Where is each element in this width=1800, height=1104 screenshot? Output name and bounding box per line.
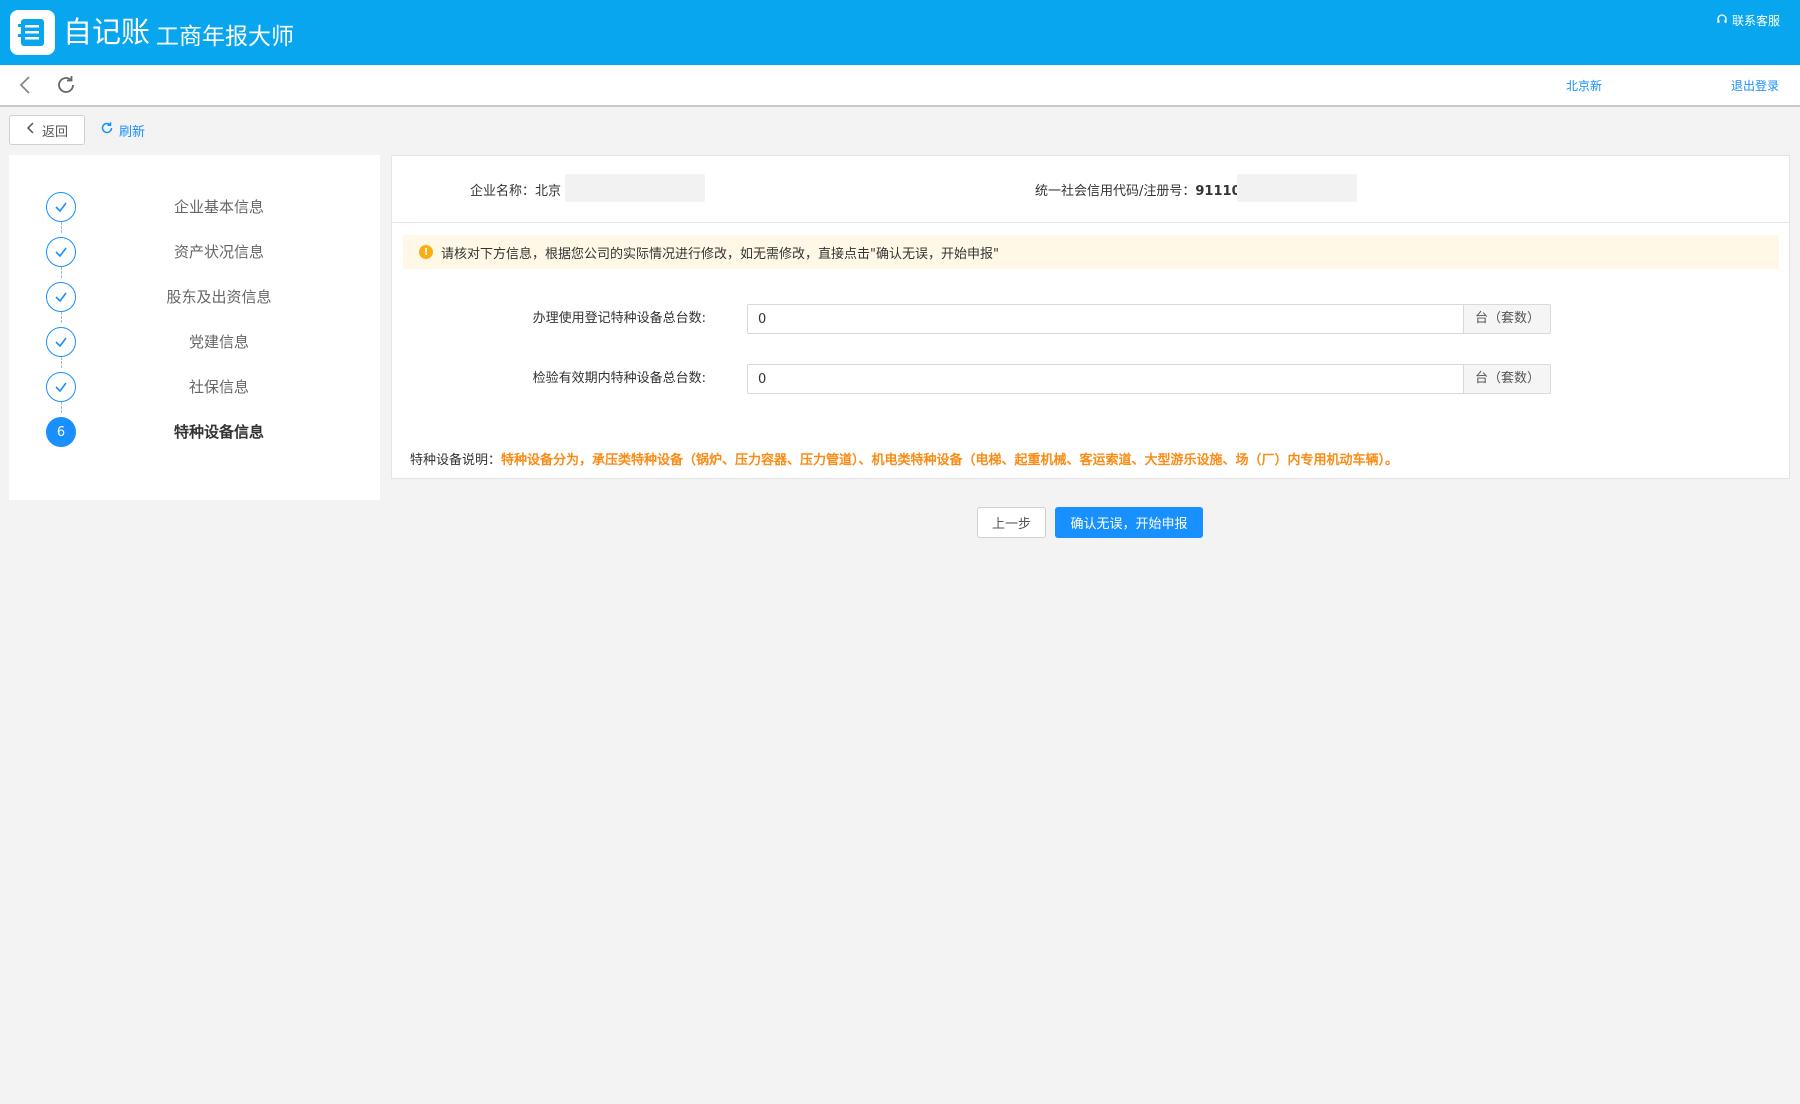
chevron-left-icon	[26, 122, 36, 138]
step-label: 社保信息	[188, 378, 249, 396]
equipment-description: 特种设备说明：特种设备分为，承压类特种设备（锅炉、压力容器、压力管道）、机电类特…	[410, 449, 1398, 468]
company-name: 企业名称：北京	[470, 184, 562, 199]
step-label: 资产状况信息	[173, 243, 264, 261]
support-link[interactable]: 联系客服	[1716, 12, 1780, 29]
refresh-icon	[100, 121, 114, 139]
notice-banner: ! 请核对下方信息，根据您公司的实际情况进行修改，如无需修改，直接点击"确认无误…	[403, 235, 1779, 269]
description-text: 特种设备分为，承压类特种设备（锅炉、压力容器、压力管道）、机电类特种设备（电梯、…	[501, 453, 1399, 468]
app-logo-icon	[10, 10, 55, 55]
step-social-security[interactable]: 社保信息	[9, 365, 380, 410]
redacted-credit-code	[1237, 174, 1357, 202]
step-special-equipment[interactable]: 6 特种设备信息	[9, 410, 380, 455]
app-title: 自记账	[63, 15, 151, 49]
unit-suffix: 台（套数）	[1463, 364, 1551, 394]
steps-sidebar: 企业基本信息 资产状况信息 股东及出资信息 党建信息 社保信息 6 特种设备信息	[9, 155, 380, 500]
check-icon	[46, 372, 76, 402]
main-panel: 企业名称：北京 统一社会信用代码/注册号：91110 ! 请核对下方信息，根据您…	[391, 155, 1790, 479]
step-label: 企业基本信息	[173, 198, 264, 216]
headset-icon	[1716, 13, 1728, 28]
check-icon	[46, 192, 76, 222]
step-label: 特种设备信息	[173, 423, 264, 441]
reload-icon[interactable]	[54, 73, 78, 97]
inspected-equipment-input[interactable]	[747, 364, 1463, 394]
unit-suffix: 台（套数）	[1463, 304, 1551, 334]
refresh-button[interactable]: 刷新	[100, 115, 145, 145]
user-name-link[interactable]: 北京新	[1566, 77, 1602, 94]
credit-code-value: 91110	[1195, 184, 1241, 199]
refresh-button-label: 刷新	[119, 124, 146, 140]
step-party[interactable]: 党建信息	[9, 320, 380, 365]
description-label: 特种设备说明：	[410, 453, 502, 468]
app-header: 自记账 工商年报大师 联系客服	[0, 0, 1800, 65]
step-label: 党建信息	[188, 333, 249, 351]
credit-code: 统一社会信用代码/注册号：91110	[1035, 180, 1241, 199]
step-company-basic[interactable]: 企业基本信息	[9, 185, 380, 230]
company-info-row: 企业名称：北京 统一社会信用代码/注册号：91110	[392, 156, 1789, 223]
notice-text: 请核对下方信息，根据您公司的实际情况进行修改，如无需修改，直接点击"确认无误，开…	[441, 246, 999, 262]
registered-equipment-input[interactable]	[747, 304, 1463, 334]
step-label: 股东及出资信息	[166, 288, 272, 306]
check-icon	[46, 327, 76, 357]
back-button[interactable]: 返回	[9, 115, 85, 145]
app-subtitle: 工商年报大师	[156, 24, 294, 50]
credit-code-label: 统一社会信用代码/注册号：	[1035, 184, 1196, 199]
form-row-registered-equipment: 办理使用登记特种设备总台数: 台（套数）	[392, 303, 1789, 335]
confirm-submit-button[interactable]: 确认无误，开始申报	[1055, 507, 1203, 538]
step-assets[interactable]: 资产状况信息	[9, 230, 380, 275]
back-arrow-icon[interactable]	[14, 73, 38, 97]
field-label: 检验有效期内特种设备总台数:	[532, 371, 706, 386]
back-button-label: 返回	[41, 124, 68, 140]
check-icon	[46, 237, 76, 267]
support-label: 联系客服	[1731, 14, 1780, 28]
redacted-company-name	[565, 174, 705, 202]
form-row-inspected-equipment: 检验有效期内特种设备总台数: 台（套数）	[392, 363, 1789, 395]
warning-icon: !	[419, 245, 433, 259]
field-label: 办理使用登记特种设备总台数:	[532, 311, 706, 326]
previous-step-button[interactable]: 上一步	[977, 507, 1046, 538]
logout-link[interactable]: 退出登录	[1731, 77, 1779, 94]
step-number-badge: 6	[46, 417, 76, 447]
check-icon	[46, 282, 76, 312]
nav-bar: 北京新 退出登录	[0, 65, 1800, 107]
step-shareholders[interactable]: 股东及出资信息	[9, 275, 380, 320]
